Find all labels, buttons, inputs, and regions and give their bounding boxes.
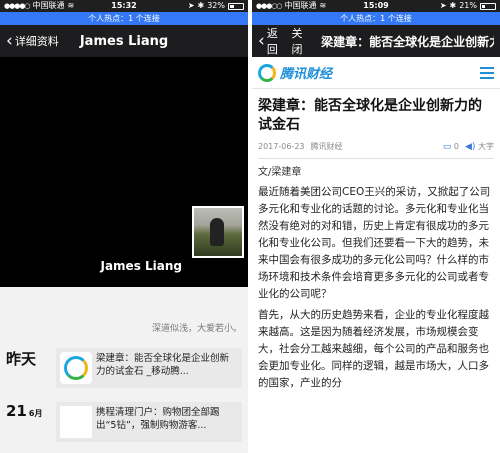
clock: 15:09 xyxy=(363,1,389,10)
font-size-button[interactable]: ◀) 大字 xyxy=(465,141,494,152)
profile-signature: 深道似浅，大爱若小。 xyxy=(151,324,242,334)
qq-logo-icon xyxy=(258,63,276,82)
chevron-left-icon: ‹ xyxy=(258,30,265,51)
plane-icon xyxy=(60,406,92,438)
site-header: 腾讯财经 xyxy=(252,57,500,89)
article-date: 2017-06-23 xyxy=(258,142,305,151)
screenshot-composite: ●●●●○ 中国联通 ≋ 15:32 ➤ ✱ 32% 个人热点：1 个连接 ‹ … xyxy=(0,0,500,453)
qq-news-logo-icon xyxy=(60,352,92,384)
feed-month: 6月 xyxy=(28,409,43,418)
article-paragraph: 最近随着美团公司CEO王兴的采访，又掀起了公司多元化和专业化的话题的讨论。多元化… xyxy=(258,186,491,300)
hotspot-banner[interactable]: 个人热点：1 个连接 xyxy=(0,12,248,25)
back-label: 返回 xyxy=(266,27,278,56)
nav-bar: ‹ 详细资料 James Liang xyxy=(0,25,248,57)
feed-day: 昨天 xyxy=(6,350,37,368)
shared-link-title: 梁建章：能否全球化是企业创新力的试金石 _移动腾... xyxy=(96,353,230,377)
article-screen: ●●●○○ 中国联通 ≋ 15:09 ➤ ✱ 21% 个人热点：1 个连接 ‹ … xyxy=(252,0,500,453)
status-bar: ●●●●○ 中国联通 ≋ 15:32 ➤ ✱ 32% xyxy=(0,0,248,12)
article-byline: 文/梁建章 xyxy=(258,167,302,178)
comment-button[interactable]: ▭ 0 xyxy=(443,142,459,152)
menu-icon[interactable] xyxy=(480,66,494,79)
avatar[interactable] xyxy=(192,206,244,258)
feed-date: 21 6月 xyxy=(6,402,56,420)
shared-link-card[interactable]: 携程清理门户：购物团全部踢出“5钻”，强制购物游客... xyxy=(56,402,242,442)
comment-icon: ▭ xyxy=(442,141,452,152)
back-button[interactable]: ‹ 返回 xyxy=(258,25,286,57)
site-logo-text: 腾讯财经 xyxy=(280,67,333,82)
status-bar: ●●●○○ 中国联通 ≋ 15:09 ➤ ✱ 21% xyxy=(252,0,500,12)
back-button[interactable]: ‹ 详细资料 xyxy=(6,30,59,51)
close-button[interactable]: 关闭 xyxy=(292,25,312,57)
battery-icon xyxy=(480,2,496,10)
comment-count: 0 xyxy=(453,141,460,151)
article-title: 梁建章：能否全球化是企业创新力的试金石 xyxy=(258,98,482,133)
divider-line xyxy=(258,158,494,159)
article-source: 腾讯财经 xyxy=(310,142,343,151)
feed-date: 昨天 xyxy=(6,348,56,369)
article-body: 梁建章：能否全球化是企业创新力的试金石 2017-06-23 腾讯财经 ▭ 0 … xyxy=(252,89,500,392)
back-label: 详细资料 xyxy=(14,35,59,48)
clock: 15:32 xyxy=(111,1,137,10)
feed-item: 昨天 梁建章：能否全球化是企业创新力的试金石 _移动腾... xyxy=(0,348,248,388)
page-title: 梁建章：能否全球化是企业创新力... xyxy=(321,34,494,49)
shared-link-card[interactable]: 梁建章：能否全球化是企业创新力的试金石 _移动腾... xyxy=(56,348,242,388)
feed-item: 216月 携程清理门户：购物团全部踢出“5钻”，强制购物游客... xyxy=(0,402,248,442)
shared-link-title: 携程清理门户：购物团全部踢出“5钻”，强制购物游客... xyxy=(96,407,220,431)
font-size-label: 大字 xyxy=(478,142,494,151)
battery-icon xyxy=(228,2,244,10)
feed-day: 21 xyxy=(6,402,27,420)
site-logo[interactable]: 腾讯财经 xyxy=(258,63,332,82)
profile-screen: ●●●●○ 中国联通 ≋ 15:32 ➤ ✱ 32% 个人热点：1 个连接 ‹ … xyxy=(0,0,248,453)
article-meta: 2017-06-23 腾讯财经 ▭ 0 ◀) 大字 xyxy=(258,141,494,153)
nav-bar: ‹ 返回 关闭 梁建章：能否全球化是企业创新力... xyxy=(252,25,500,57)
speaker-icon: ◀) xyxy=(465,142,476,152)
chevron-left-icon: ‹ xyxy=(6,30,13,51)
profile-name: James Liang xyxy=(100,259,182,273)
hotspot-banner[interactable]: 个人热点：1 个连接 xyxy=(252,12,500,25)
article-paragraph: 首先，从大的历史趋势来看，企业的专业化程度越来越高。这是因为随着经济发展，市场规… xyxy=(258,309,489,389)
